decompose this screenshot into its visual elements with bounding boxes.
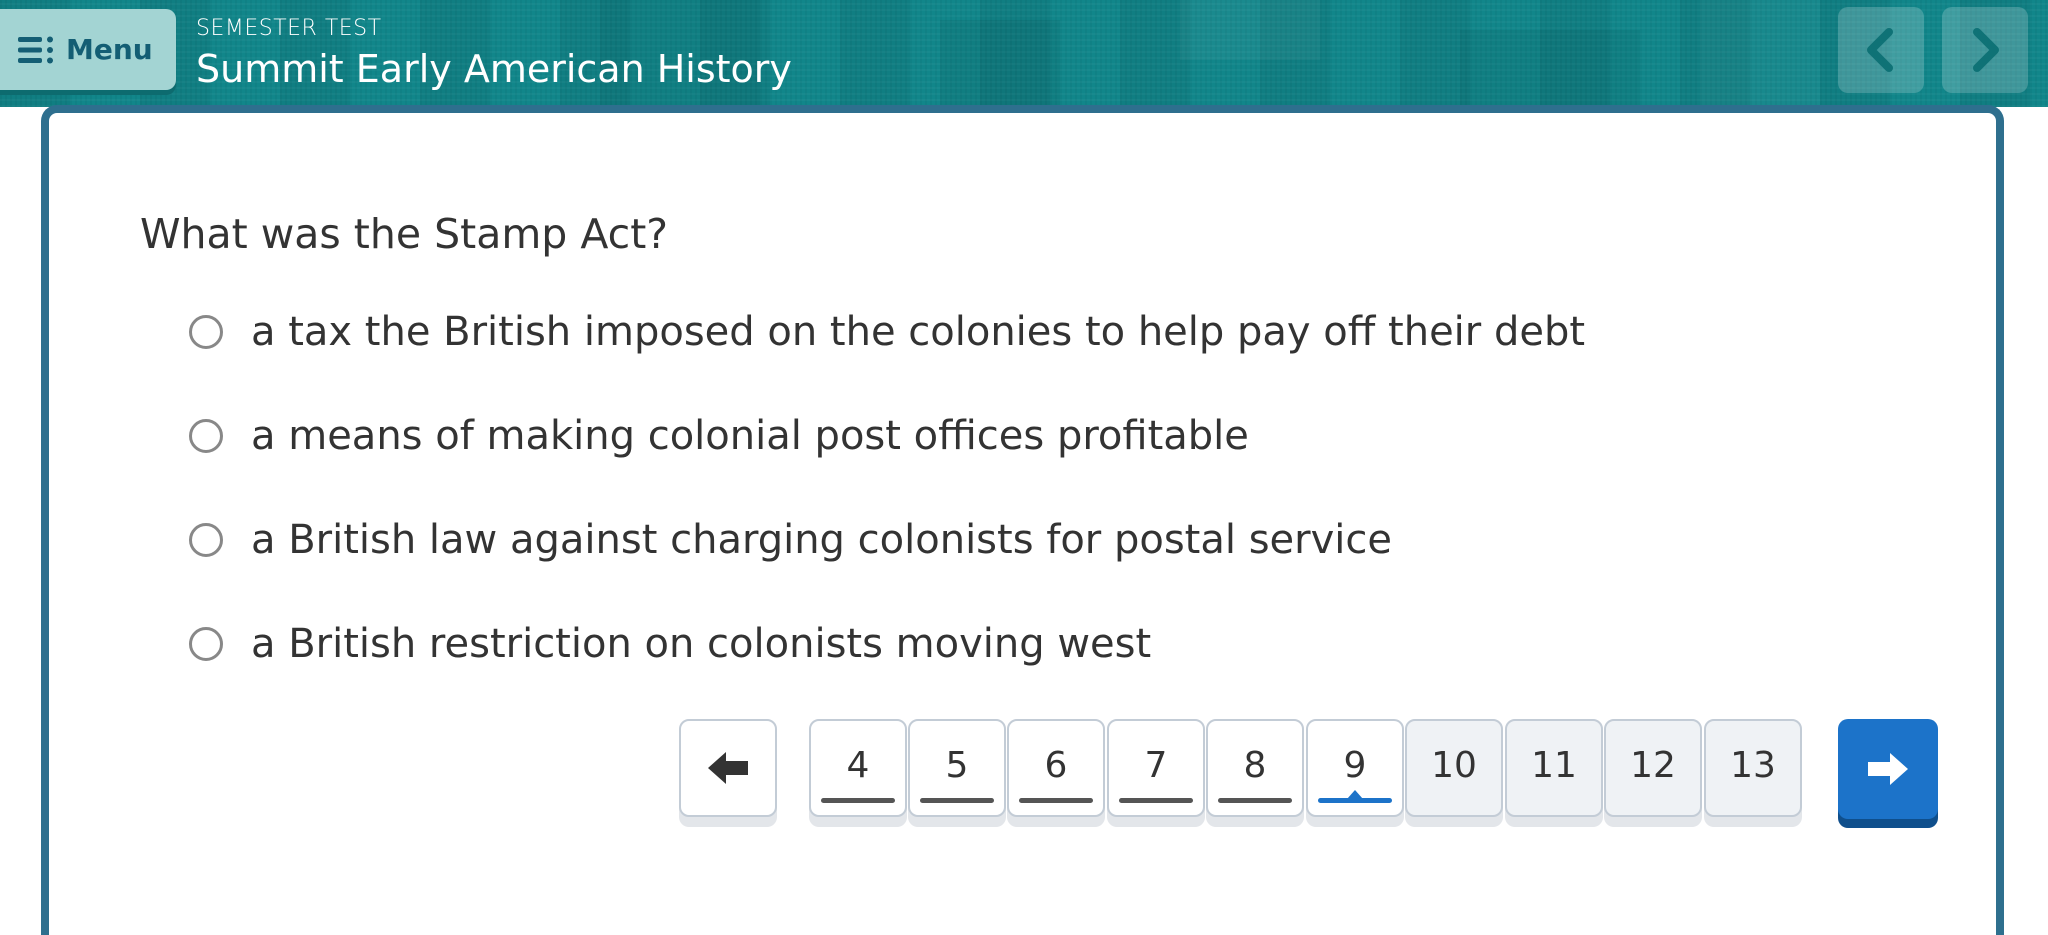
next-activity-button[interactable] (1942, 7, 2028, 93)
page-button-9[interactable]: 9 (1306, 719, 1404, 817)
answer-option-label: a British restriction on colonists movin… (251, 621, 1152, 667)
radio-button[interactable] (189, 627, 223, 661)
visited-indicator (920, 798, 994, 803)
page-subtitle: SEMESTER TEST (196, 16, 382, 41)
page-button-4[interactable]: 4 (809, 719, 907, 817)
page-button-6[interactable]: 6 (1007, 719, 1105, 817)
previous-question-button[interactable] (679, 719, 777, 817)
visited-indicator (1218, 798, 1292, 803)
visited-indicator (1019, 798, 1093, 803)
page-button-11[interactable]: 11 (1505, 719, 1603, 817)
page-button-10[interactable]: 10 (1405, 719, 1503, 817)
visited-indicator (821, 798, 895, 803)
page-button-5[interactable]: 5 (908, 719, 1006, 817)
answer-option[interactable]: a means of making colonial post offices … (189, 406, 1249, 466)
menu-button[interactable]: Menu (0, 9, 176, 90)
current-caret-icon (1347, 790, 1363, 799)
visited-indicator (1119, 798, 1193, 803)
header-titles: SEMESTER TEST Summit Early American Hist… (196, 16, 792, 91)
page-number: 5 (945, 744, 969, 786)
page-number: 13 (1730, 744, 1776, 786)
arrow-right-icon (1868, 753, 1908, 785)
page-title: Summit Early American History (196, 47, 792, 91)
page-number: 11 (1531, 744, 1577, 786)
next-question-button[interactable] (1838, 719, 1938, 819)
page-number: 7 (1144, 744, 1168, 786)
answer-option[interactable]: a British law against charging colonists… (189, 510, 1392, 570)
answer-option[interactable]: a British restriction on colonists movin… (189, 614, 1151, 674)
question-text: What was the Stamp Act? (140, 210, 669, 258)
page-number: 9 (1343, 744, 1367, 786)
page-button-12[interactable]: 12 (1604, 719, 1702, 817)
page-number: 12 (1630, 744, 1676, 786)
header-bar: Menu SEMESTER TEST Summit Early American… (0, 0, 2048, 107)
header-pattern-tile (1700, 0, 1820, 107)
page-button-13[interactable]: 13 (1704, 719, 1802, 817)
answer-option[interactable]: a tax the British imposed on the colonie… (189, 302, 1585, 362)
page-number: 8 (1243, 744, 1267, 786)
radio-button[interactable] (189, 315, 223, 349)
previous-activity-button[interactable] (1838, 7, 1924, 93)
menu-label: Menu (66, 33, 153, 66)
header-pattern-tile (1180, 0, 1320, 60)
page-button-7[interactable]: 7 (1107, 719, 1205, 817)
page-button-8[interactable]: 8 (1206, 719, 1304, 817)
arrow-left-icon (708, 752, 748, 784)
menu-list-icon (18, 36, 53, 63)
page-number: 10 (1431, 744, 1477, 786)
page-number: 6 (1044, 744, 1068, 786)
page-number: 4 (846, 744, 870, 786)
answer-option-label: a tax the British imposed on the colonie… (251, 309, 1586, 355)
answer-option-label: a means of making colonial post offices … (251, 413, 1249, 459)
header-pattern-tile (1460, 30, 1640, 107)
chevron-left-icon (1867, 28, 1893, 72)
chevron-right-icon (1973, 28, 1999, 72)
header-pattern-tile (940, 20, 1060, 107)
answer-option-label: a British law against charging colonists… (251, 517, 1392, 563)
radio-button[interactable] (189, 419, 223, 453)
radio-button[interactable] (189, 523, 223, 557)
